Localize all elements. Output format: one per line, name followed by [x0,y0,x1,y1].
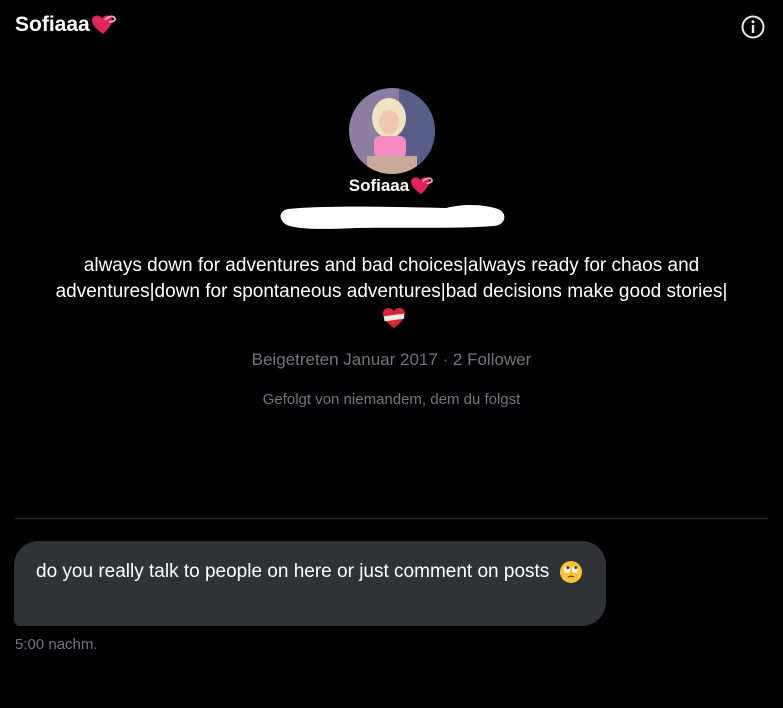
profile-bio: always down for adventures and bad choic… [50,253,733,331]
avatar[interactable] [349,88,435,174]
mending-heart-icon [382,307,405,328]
message-bubble[interactable]: do you really talk to people on here or … [14,541,606,626]
face-with-rolling-eyes-icon [559,560,582,583]
heart-with-ribbon-icon [411,177,434,195]
message-text: do you really talk to people on here or … [36,561,550,582]
profile-name[interactable]: Sofiaaa [0,176,783,196]
redacted-username [280,205,505,229]
profile-name-text: Sofiaaa [348,176,410,195]
message-timestamp: 5:00 nachm. [15,636,98,653]
bio-text: always down for adventures and bad choic… [55,255,728,302]
heart-with-ribbon-icon [91,15,116,34]
conversation-title: Sofiaaa [15,13,117,37]
conversation-title-text: Sofiaaa [15,13,90,36]
divider [15,518,768,519]
info-circle-icon[interactable] [740,14,766,40]
profile-meta: Beigetreten Januar 2017 · 2 Follower [251,350,532,369]
followed-by-text: Gefolgt von niemandem, dem du folgst [262,391,521,408]
